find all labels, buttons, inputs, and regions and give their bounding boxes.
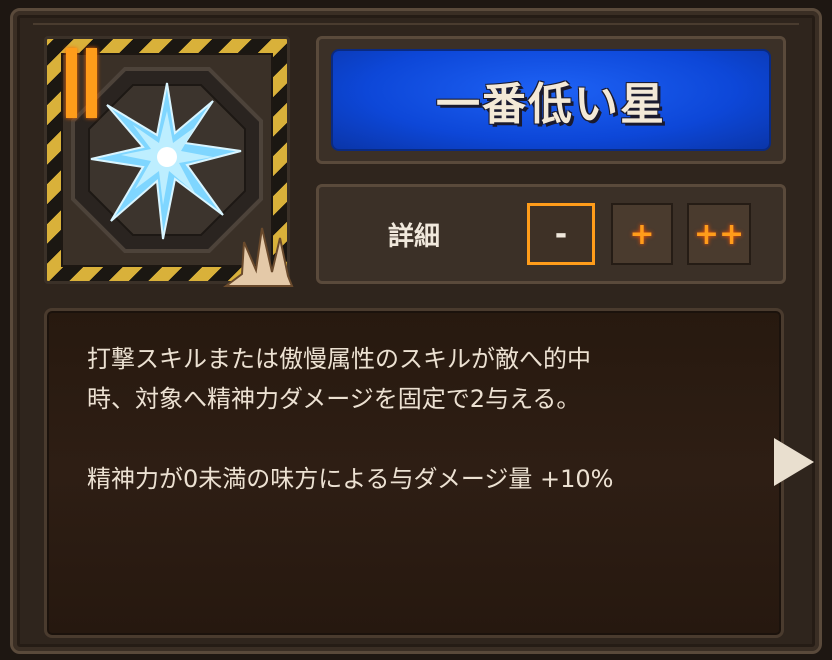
skill-name: 一番低い星	[436, 79, 666, 130]
skill-name-banner: 一番低い星	[331, 49, 771, 151]
claw-slash-icon	[223, 227, 294, 287]
frame-divider	[33, 23, 799, 25]
skill-description-panel: 打撃スキルまたは傲慢属性のスキルが敵へ的中 時、対象へ精神力ダメージを固定で2与…	[44, 308, 784, 638]
skill-description: 打撃スキルまたは傲慢属性のスキルが敵へ的中 時、対象へ精神力ダメージを固定で2与…	[87, 339, 747, 499]
description-line: 打撃スキルまたは傲慢属性のスキルが敵へ的中	[87, 345, 591, 373]
detail-label: 詳細	[387, 221, 440, 252]
next-page-arrow-icon[interactable]	[774, 438, 814, 486]
skill-title-box: 一番低い星	[316, 36, 786, 164]
description-line: 時、対象へ精神力ダメージを固定で2与える。	[87, 385, 581, 413]
detail-level-row: 詳細 - + ++	[316, 184, 786, 284]
detail-level-minus-button[interactable]: -	[527, 203, 595, 265]
detail-level-plus-button[interactable]: +	[611, 203, 673, 265]
description-line: 精神力が0未満の味方による与ダメージ量 +10%	[87, 465, 614, 493]
orange-double-bar-icon	[66, 48, 100, 118]
detail-level-plusplus-button[interactable]: ++	[687, 203, 751, 265]
